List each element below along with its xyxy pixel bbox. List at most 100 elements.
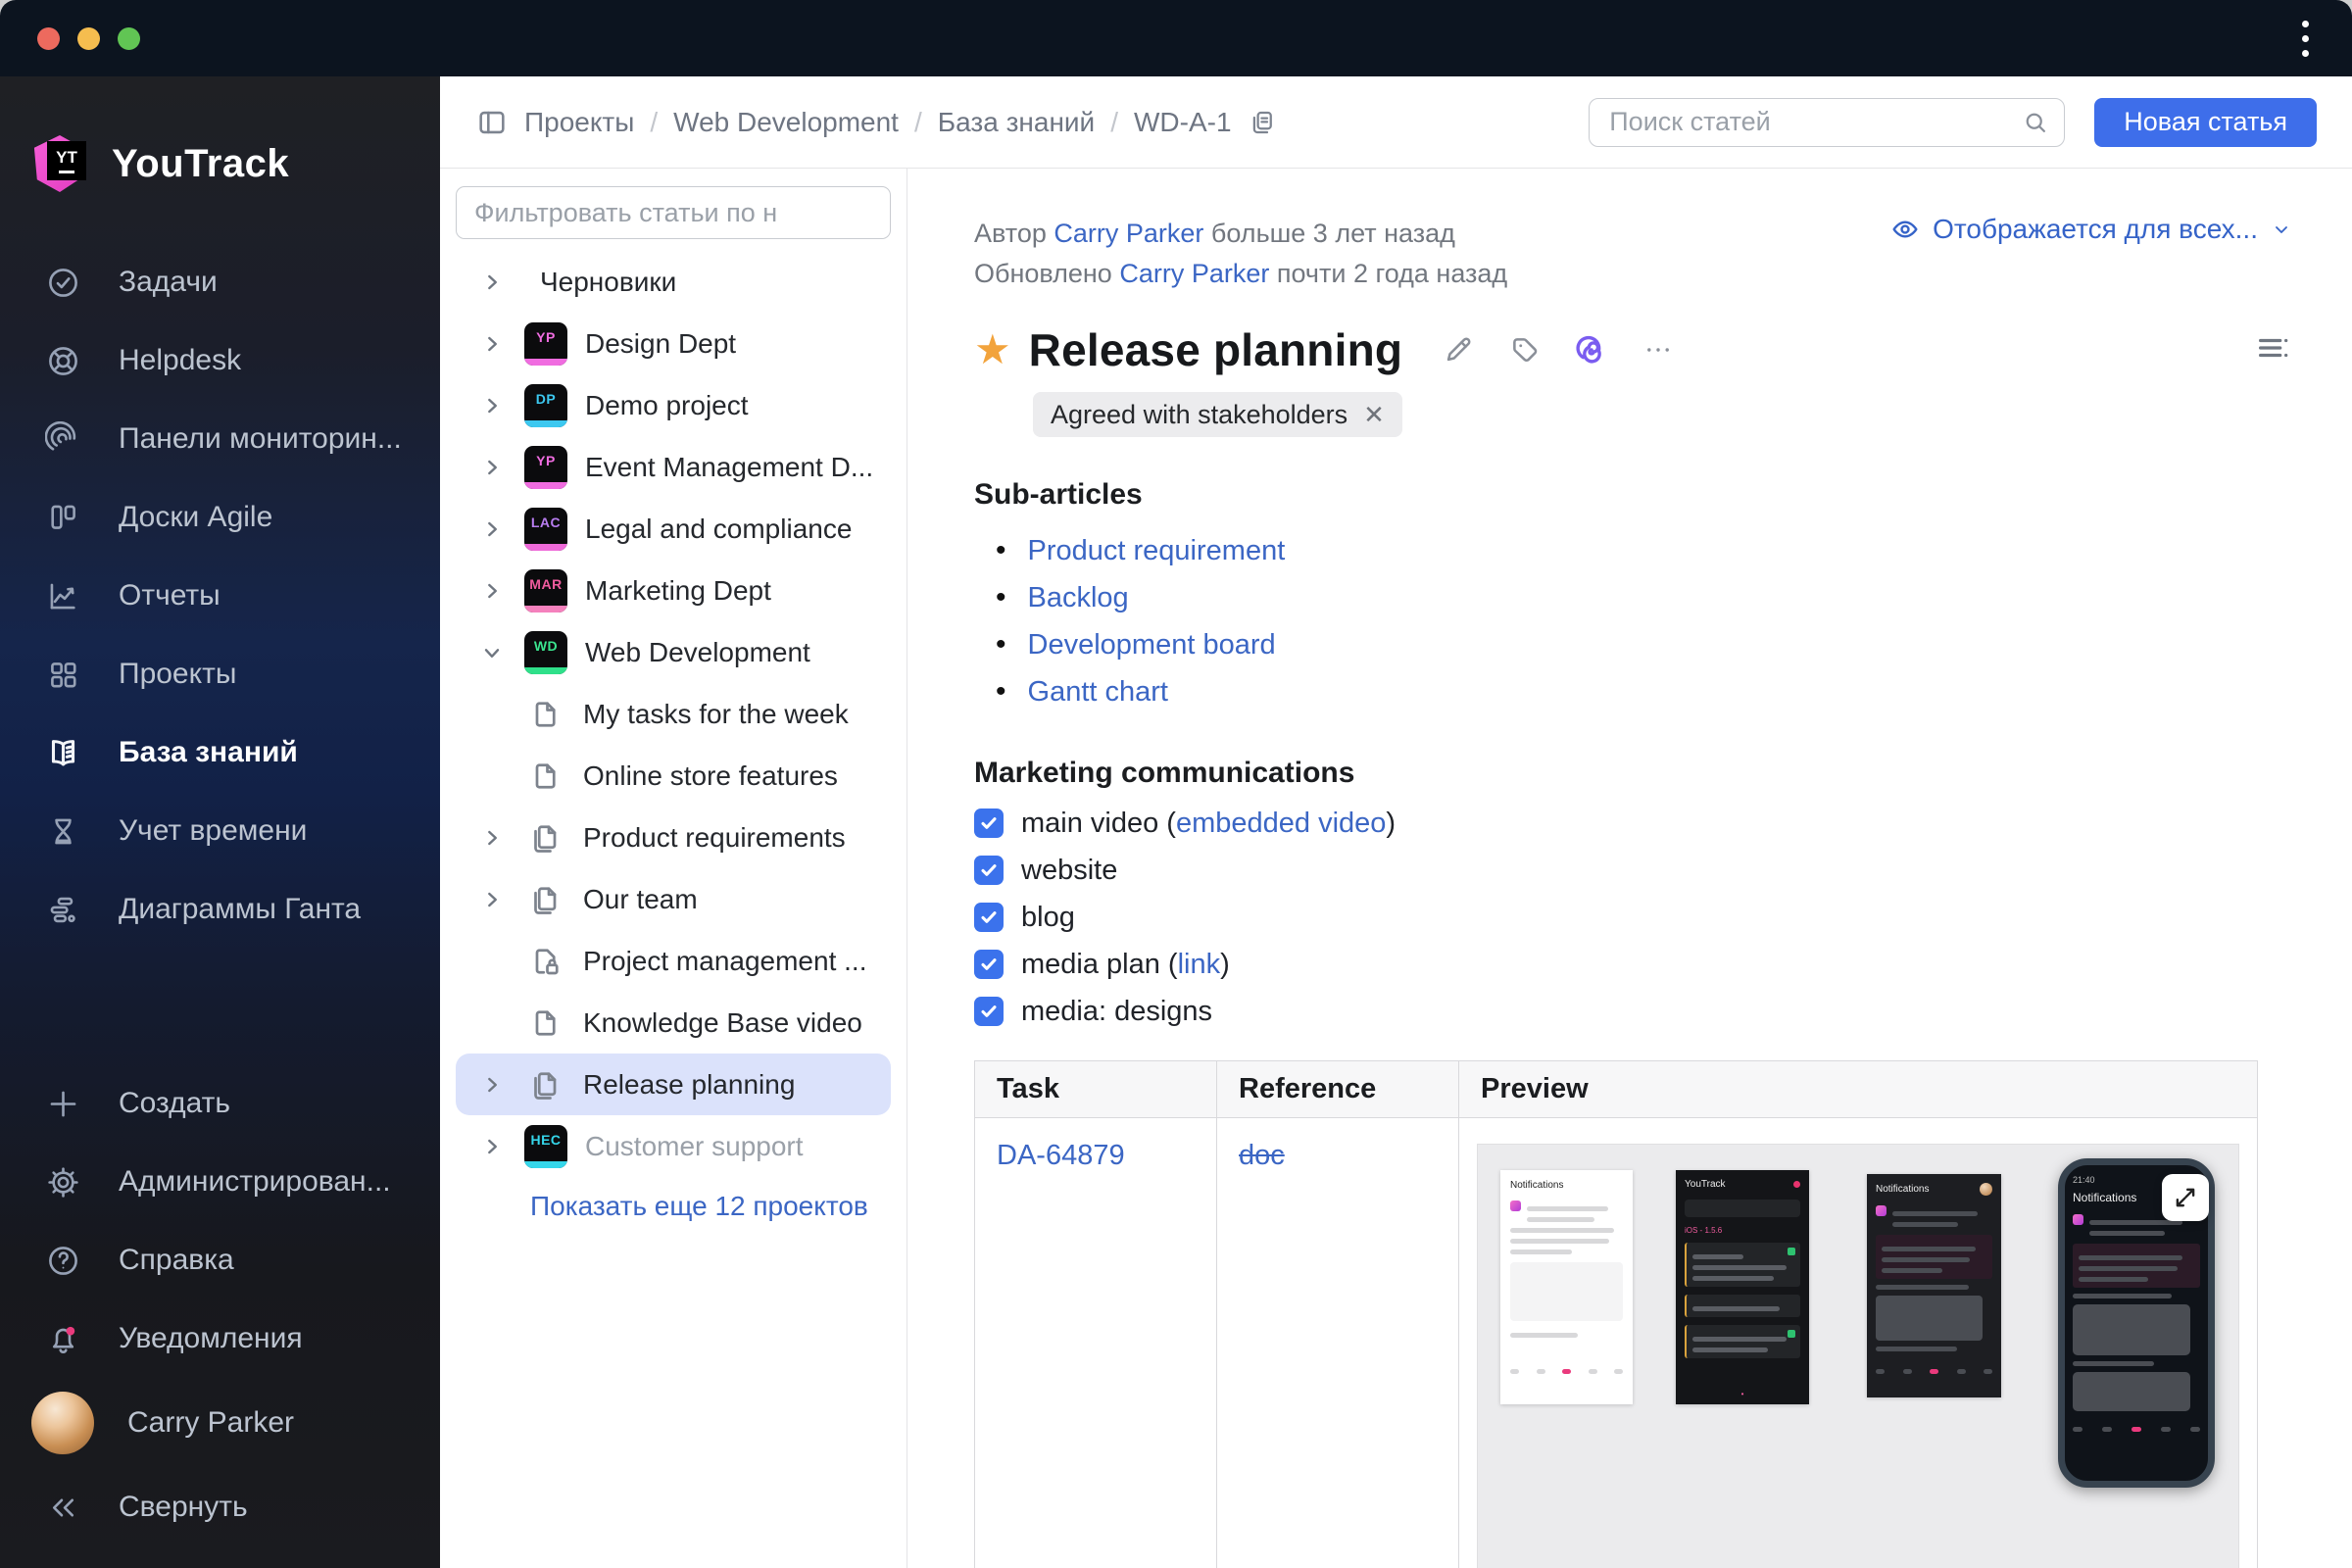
sidebar-item-dashboards[interactable]: Панели мониторин...: [0, 400, 440, 478]
breadcrumb-article-id[interactable]: WD-A-1: [1134, 107, 1232, 138]
preview-screenshot-light[interactable]: Notifications: [1500, 1170, 1633, 1404]
sidebar-item-agile-boards[interactable]: Доски Agile: [0, 478, 440, 557]
sidebar-item-administration[interactable]: Администрирован...: [0, 1143, 440, 1221]
breadcrumb-knowledge-base[interactable]: База знаний: [938, 107, 1095, 138]
top-header: Проекты / Web Development / База знаний …: [440, 76, 2352, 169]
tree-item-event-management[interactable]: YP Event Management D...: [456, 436, 891, 498]
remove-tag-icon[interactable]: ✕: [1363, 400, 1385, 430]
sidebar-item-helpdesk[interactable]: Helpdesk: [0, 321, 440, 400]
article-page-icon: [526, 1004, 565, 1043]
tree-item-our-team[interactable]: Our team: [456, 868, 891, 930]
article-locked-icon: [526, 942, 565, 981]
tree-item-drafts[interactable]: Черновики: [456, 251, 891, 313]
preview-screenshot-youtrack-app[interactable]: YouTrack iOS - 1.5.6 •: [1676, 1170, 1809, 1404]
sidebar-panel-icon[interactable]: [475, 106, 509, 139]
sidebar-item-time-tracking[interactable]: Учет времени: [0, 792, 440, 870]
tree-item-customer-support[interactable]: HEC Customer support: [456, 1115, 891, 1177]
table-of-contents-button[interactable]: [2254, 328, 2293, 372]
article-tag[interactable]: Agreed with stakeholders ✕: [1033, 392, 1402, 437]
toc-icon: [2254, 328, 2293, 368]
chevron-right-icon: [477, 391, 507, 420]
tree-filter-input[interactable]: [456, 186, 891, 239]
sidebar-item-knowledge-base[interactable]: База знаний: [0, 713, 440, 792]
tree-item-demo-project[interactable]: DP Demo project: [456, 374, 891, 436]
user-profile[interactable]: Carry Parker: [0, 1378, 440, 1468]
tree-item-my-tasks-for-the-week[interactable]: My tasks for the week: [456, 683, 891, 745]
minimize-window-button[interactable]: [77, 27, 100, 50]
close-window-button[interactable]: [37, 27, 60, 50]
star-icon[interactable]: ★: [974, 329, 1011, 370]
copy-id-icon[interactable]: [1248, 108, 1277, 137]
youtrack-logo[interactable]: YT YouTrack: [0, 110, 440, 218]
tree-item-online-store-features[interactable]: Online store features: [456, 745, 891, 807]
preview-attachment-panel[interactable]: Notifications: [1477, 1144, 2239, 1568]
table-row: DA-64879 doc Notifications: [975, 1118, 2258, 1568]
chevron-down-icon: [477, 638, 507, 667]
tree-item-product-requirements[interactable]: Product requirements: [456, 807, 891, 868]
reference-link[interactable]: doc: [1239, 1140, 1285, 1171]
checklist-item-website: website: [974, 847, 2293, 894]
breadcrumb-web-development[interactable]: Web Development: [673, 107, 899, 138]
sidebar-item-create[interactable]: Создать: [0, 1064, 440, 1143]
ai-assistant-button[interactable]: [1573, 331, 1610, 368]
sidebar-item-notifications[interactable]: Уведомления: [0, 1299, 440, 1378]
breadcrumb-projects[interactable]: Проекты: [524, 107, 634, 138]
tree-item-design-dept[interactable]: YP Design Dept: [456, 313, 891, 374]
sidebar-item-help[interactable]: Справка: [0, 1221, 440, 1299]
chevron-right-icon: [477, 453, 507, 482]
expand-preview-button[interactable]: [2162, 1174, 2209, 1221]
sub-article-link[interactable]: Backlog: [1028, 574, 1129, 621]
expand-icon: [2173, 1185, 2198, 1210]
tree-item-web-development[interactable]: WD Web Development: [456, 621, 891, 683]
tree-item-knowledge-base-video[interactable]: Knowledge Base video: [456, 992, 891, 1054]
sub-article-link[interactable]: Product requirement: [1028, 527, 1286, 574]
sidebar-item-projects[interactable]: Проекты: [0, 635, 440, 713]
search-input[interactable]: [1609, 107, 2021, 137]
window-controls: [37, 27, 140, 50]
notification-badge-dot: [67, 1326, 75, 1335]
checklist-item-media-plan: media plan (link): [974, 941, 2293, 988]
article-page-icon: [526, 695, 565, 734]
checkbox-checked[interactable]: [974, 997, 1004, 1026]
sub-article-link[interactable]: Development board: [1028, 621, 1276, 668]
time-tracking-icon: [45, 813, 81, 850]
article-stack-icon: [526, 880, 565, 919]
sub-article-link[interactable]: Gantt chart: [1028, 668, 1168, 715]
tree-item-project-management[interactable]: Project management ...: [456, 930, 891, 992]
chevron-right-icon: [477, 885, 507, 914]
embedded-video-link[interactable]: embedded video: [1176, 808, 1386, 839]
checkbox-checked[interactable]: [974, 903, 1004, 932]
zoom-window-button[interactable]: [118, 27, 140, 50]
checkbox-checked[interactable]: [974, 856, 1004, 885]
add-tag-button[interactable]: [1506, 331, 1544, 368]
checkbox-checked[interactable]: [974, 950, 1004, 979]
more-actions-button[interactable]: [1640, 331, 1677, 368]
new-article-button[interactable]: Новая статья: [2094, 98, 2317, 147]
sidebar-collapse-button[interactable]: Свернуть: [0, 1468, 440, 1546]
titlebar-menu-icon[interactable]: [2296, 15, 2315, 63]
project-avatar: LAC: [524, 508, 567, 551]
updater-link[interactable]: Carry Parker: [1119, 259, 1269, 288]
chevron-right-icon: [477, 1070, 507, 1100]
sidebar-item-reports[interactable]: Отчеты: [0, 557, 440, 635]
media-plan-link[interactable]: link: [1178, 949, 1221, 980]
sidebar-item-gantt-charts[interactable]: Диаграммы Ганта: [0, 870, 440, 949]
tree-item-marketing-dept[interactable]: MAR Marketing Dept: [456, 560, 891, 621]
app-window: YT YouTrack Задачи Helpdesk Панели монит…: [0, 0, 2352, 1568]
checkbox-checked[interactable]: [974, 808, 1004, 838]
logo-text: YouTrack: [112, 142, 289, 186]
edit-article-button[interactable]: [1440, 331, 1477, 368]
visibility-selector[interactable]: Отображается для всех...: [1889, 214, 2293, 245]
tree-item-release-planning[interactable]: Release planning: [456, 1054, 891, 1115]
show-more-projects-link[interactable]: Показать еще 12 проектов: [530, 1191, 891, 1222]
project-avatar: YP: [524, 322, 567, 366]
author-link[interactable]: Carry Parker: [1054, 219, 1203, 248]
search-icon[interactable]: [2021, 108, 2050, 137]
sidebar-item-tasks[interactable]: Задачи: [0, 243, 440, 321]
project-avatar: WD: [524, 631, 567, 674]
marketing-heading: Marketing communications: [974, 757, 2293, 790]
helpdesk-icon: [45, 343, 81, 379]
task-link[interactable]: DA-64879: [997, 1140, 1125, 1171]
preview-screenshot-notifications-dark[interactable]: Notifications: [1867, 1174, 2001, 1397]
tree-item-legal-and-compliance[interactable]: LAC Legal and compliance: [456, 498, 891, 560]
